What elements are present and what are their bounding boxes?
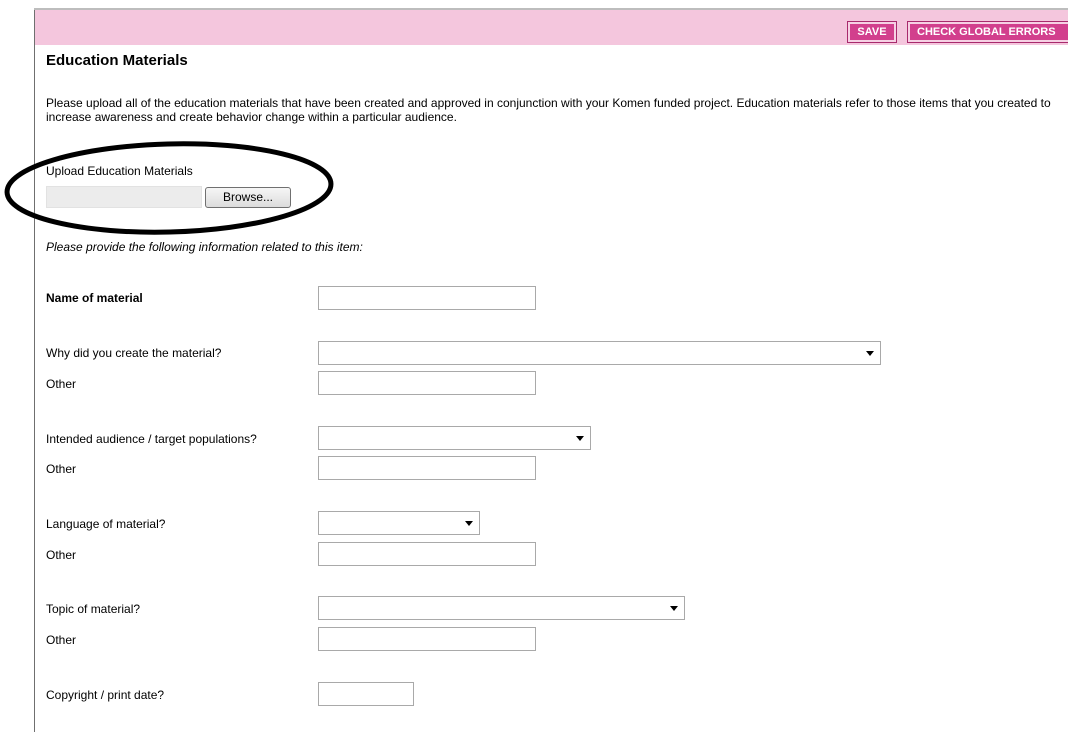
why-created-label: Why did you create the material? <box>46 346 222 360</box>
audience-select[interactable] <box>318 426 591 450</box>
audience-label: Intended audience / target populations? <box>46 432 257 446</box>
chevron-down-icon <box>465 521 473 526</box>
copyright-date-label: Copyright / print date? <box>46 688 165 702</box>
topic-select[interactable] <box>318 596 685 620</box>
language-select[interactable] <box>318 511 480 535</box>
instruction-text: Please provide the following information… <box>46 240 363 254</box>
language-other-input[interactable] <box>318 542 536 566</box>
chevron-down-icon <box>576 436 584 441</box>
page-title: Education Materials <box>46 52 188 69</box>
file-path-field[interactable] <box>46 186 202 208</box>
browse-button[interactable]: Browse... <box>205 187 291 208</box>
chevron-down-icon <box>670 606 678 611</box>
upload-label: Upload Education Materials <box>46 164 193 178</box>
name-of-material-input[interactable] <box>318 286 536 310</box>
language-other-label: Other <box>46 548 77 562</box>
check-global-errors-button[interactable]: CHECK GLOBAL ERRORS <box>907 21 1068 43</box>
topic-other-label: Other <box>46 633 77 647</box>
why-created-select[interactable] <box>318 341 881 365</box>
left-border <box>34 8 35 732</box>
intro-text: Please upload all of the education mater… <box>46 96 1051 124</box>
save-button[interactable]: SAVE <box>847 21 897 43</box>
language-label: Language of material? <box>46 517 166 531</box>
topic-label: Topic of material? <box>46 602 141 616</box>
audience-other-label: Other <box>46 462 77 476</box>
name-of-material-label: Name of material <box>46 291 143 305</box>
why-other-input[interactable] <box>318 371 536 395</box>
copyright-date-input[interactable] <box>318 682 414 706</box>
chevron-down-icon <box>866 351 874 356</box>
why-other-label: Other <box>46 377 77 391</box>
topic-other-input[interactable] <box>318 627 536 651</box>
audience-other-input[interactable] <box>318 456 536 480</box>
